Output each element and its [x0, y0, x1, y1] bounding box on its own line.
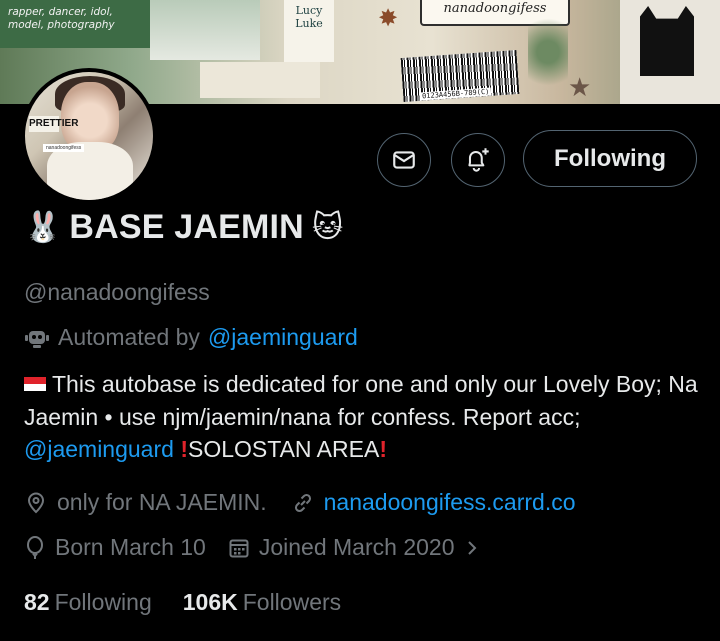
banner-leaf — [528, 0, 568, 104]
banner-note: rapper, dancer, idol, model, photography — [0, 0, 150, 48]
bio-mention-link[interactable]: @jaeminguard — [24, 436, 174, 462]
automated-prefix: Automated by — [58, 324, 200, 350]
avatar-photo: PRETTIER nanadoongifess — [25, 72, 153, 200]
website-link[interactable]: nanadoongifess.carrd.co — [324, 489, 576, 516]
robot-icon — [25, 330, 49, 348]
followers-stat[interactable]: 106K Followers — [183, 589, 341, 616]
indonesia-flag-icon — [24, 377, 46, 391]
profile-meta-row: Born March 10 Joined March 2020 — [24, 534, 503, 561]
following-stat[interactable]: 82 Following — [24, 589, 152, 616]
avatar-sticker: PRETTIER — [29, 116, 78, 132]
automated-by-link[interactable]: @jaeminguard — [208, 324, 358, 351]
star-sticker-icon: ✸ — [378, 5, 399, 32]
avatar[interactable]: PRETTIER nanadoongifess — [21, 68, 157, 204]
banner-card: Lucy Luke — [284, 0, 334, 62]
followers-count: 106K — [182, 589, 238, 615]
chevron-right-icon — [468, 540, 477, 555]
location-item: only for NA JAEMIN. — [24, 489, 267, 516]
profile-meta-row: only for NA JAEMIN. nanadoongifess.carrd… — [24, 489, 600, 516]
banner-photo — [150, 0, 260, 60]
profile-name: BASE JAEMIN — [69, 208, 304, 246]
birthday-text: Born March 10 — [55, 534, 206, 560]
cat-emoji: 🐱 — [311, 209, 344, 245]
bio-area-text: SOLOSTAN AREA — [188, 436, 380, 462]
profile-bio: This autobase is dedicated for one and o… — [24, 368, 700, 466]
profile-name-row: 🐰 BASE JAEMIN 🐱 — [24, 208, 343, 247]
notifications-button[interactable] — [451, 133, 505, 187]
mail-icon — [393, 151, 415, 169]
automated-label: Automated by @jaeminguard — [24, 324, 358, 351]
profile-stats: 82 Following 106K Followers — [24, 589, 372, 616]
link-icon — [294, 493, 311, 512]
following-label: Following — [54, 589, 152, 615]
location-text: only for NA JAEMIN. — [57, 489, 267, 515]
following-button[interactable]: Following — [523, 130, 697, 187]
exclamation-icon: ! — [379, 436, 387, 462]
star-sticker-icon: ★ — [568, 72, 592, 102]
bio-text: This autobase is dedicated for one and o… — [24, 371, 698, 430]
bell-plus-icon — [468, 148, 489, 172]
website-item[interactable]: nanadoongifess.carrd.co — [291, 489, 576, 516]
avatar-label: nanadoongifess — [43, 144, 85, 152]
message-button[interactable] — [377, 133, 431, 187]
birthday-item: Born March 10 — [24, 534, 206, 561]
rabbit-emoji: 🐰 — [24, 209, 62, 245]
balloon-icon — [27, 535, 43, 559]
joined-item[interactable]: Joined March 2020 — [228, 534, 482, 561]
exclamation-icon: ! — [180, 436, 188, 462]
followers-label: Followers — [242, 589, 342, 615]
joined-text: Joined March 2020 — [258, 534, 455, 560]
banner-ticket — [200, 62, 320, 98]
profile-handle: @nanadoongifess — [24, 279, 210, 305]
location-icon — [27, 492, 45, 513]
following-count: 82 — [24, 589, 50, 615]
calendar-icon — [229, 539, 249, 557]
